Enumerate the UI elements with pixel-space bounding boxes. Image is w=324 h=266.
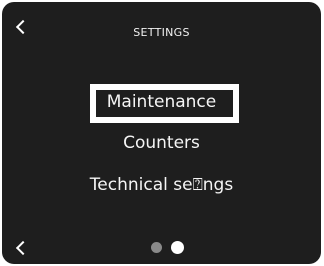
pagination-dots	[151, 241, 184, 254]
menu-item-counters[interactable]: Counters	[2, 133, 321, 153]
menu-item-technical-settings[interactable]: Technical se⍰ngs	[2, 175, 321, 195]
menu-item-maintenance[interactable]: Maintenance	[2, 92, 321, 112]
back-chevron-icon-bottom[interactable]	[15, 240, 31, 256]
settings-screen: SETTINGS Maintenance Counters Technical …	[2, 2, 321, 264]
page-dot-1[interactable]	[151, 242, 162, 253]
page-title: SETTINGS	[133, 26, 190, 39]
page-dot-2-active[interactable]	[171, 241, 184, 254]
